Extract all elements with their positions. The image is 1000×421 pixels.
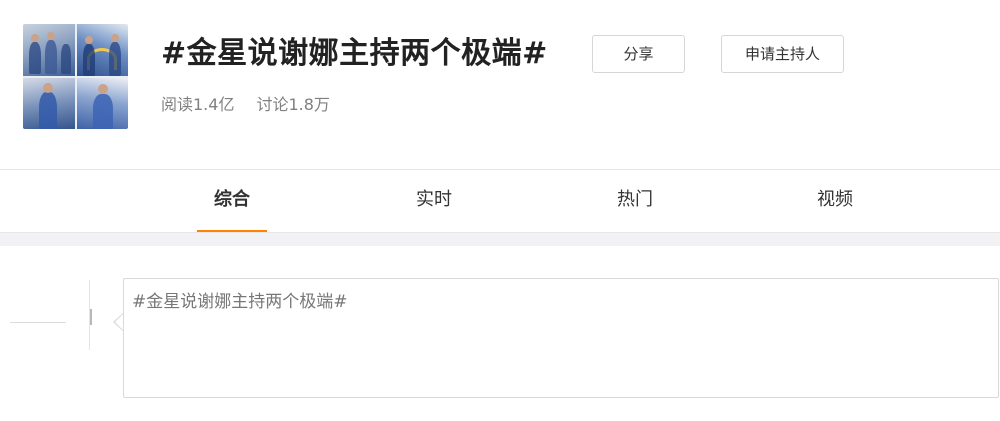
cover-photo-3	[23, 77, 75, 129]
apply-host-button[interactable]: 申请主持人	[721, 35, 844, 73]
topic-header: #金星说谢娜主持两个极端# 分享 申请主持人 阅读1.4亿 讨论1.8万	[0, 0, 1000, 170]
cover-photo-1	[23, 24, 75, 76]
read-count: 阅读1.4亿	[161, 95, 235, 114]
topic-stats: 阅读1.4亿 讨论1.8万	[161, 92, 330, 118]
tab-realtime[interactable]: 实时	[389, 170, 479, 232]
tab-label: 热门	[617, 189, 653, 210]
discussion-count: 讨论1.8万	[256, 95, 330, 114]
section-separator	[0, 232, 1000, 246]
tab-label: 综合	[214, 189, 250, 210]
tabs-bottom-border	[0, 232, 1000, 233]
topic-cover-image[interactable]	[23, 24, 128, 129]
tab-comprehensive[interactable]: 综合	[187, 170, 277, 232]
compose-textarea[interactable]: #金星说谢娜主持两个极端#	[123, 278, 999, 398]
topic-title: #金星说谢娜主持两个极端#	[161, 36, 548, 71]
tab-hot[interactable]: 热门	[590, 170, 680, 232]
share-button[interactable]: 分享	[592, 35, 685, 73]
topic-tabs: 综合 实时 热门 视频	[0, 170, 1000, 232]
tab-video[interactable]: 视频	[790, 170, 880, 232]
topic-page: #金星说谢娜主持两个极端# 分享 申请主持人 阅读1.4亿 讨论1.8万 综合 实…	[0, 0, 1000, 421]
cover-photo-2	[76, 24, 128, 76]
cover-photo-4	[76, 77, 128, 129]
caret-marker	[90, 309, 92, 325]
left-guide-line	[10, 322, 66, 323]
compose-area: #金星说谢娜主持两个极端#	[0, 246, 1000, 421]
tab-label: 视频	[817, 189, 853, 210]
tab-label: 实时	[416, 189, 452, 210]
